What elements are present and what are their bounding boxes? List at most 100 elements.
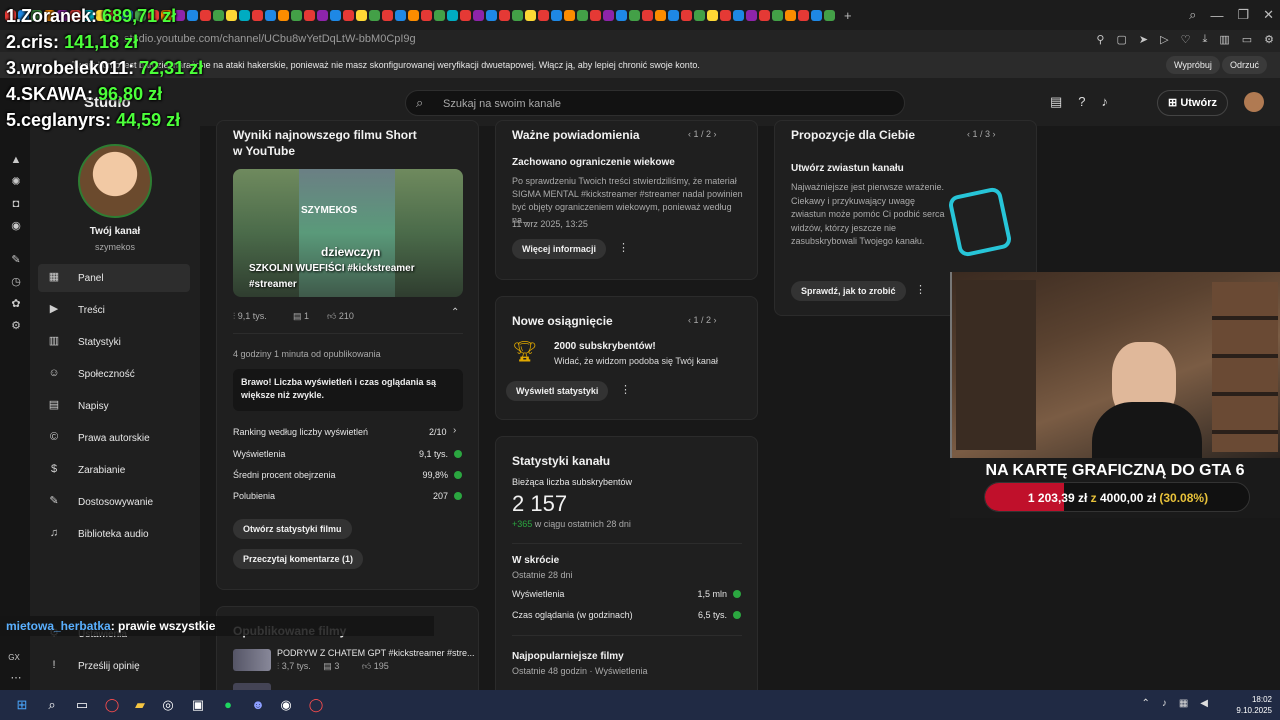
browser-tab-favicon[interactable]	[824, 9, 835, 21]
browser-tab-favicon[interactable]	[395, 9, 406, 21]
sidebar-item-0[interactable]: ▦ Panel	[38, 264, 190, 292]
account-avatar[interactable]	[1244, 92, 1264, 112]
browser-tab-favicon[interactable]	[382, 9, 393, 21]
dismiss-warning-button[interactable]: Odrzuć	[1222, 56, 1268, 74]
browser-tab-favicon[interactable]	[304, 9, 315, 21]
browser-tab-favicon[interactable]	[642, 9, 653, 21]
browser-tab-favicon[interactable]	[564, 9, 575, 21]
wallet-icon[interactable]: ▭	[1242, 33, 1252, 46]
browser-tab-favicon[interactable]	[460, 9, 471, 21]
url-text[interactable]: studio.youtube.com/channel/UCbu8wYetDqLt…	[124, 33, 416, 45]
browser-tab-favicon[interactable]	[252, 9, 263, 21]
browser-tab-favicon[interactable]	[265, 9, 276, 21]
chevron-right-icon[interactable]: ›	[453, 425, 456, 436]
pin-icon[interactable]: ⚲	[1096, 33, 1104, 46]
browser-tab-favicon[interactable]	[616, 9, 627, 21]
browser-tab-favicon[interactable]	[356, 9, 367, 21]
check-how-button[interactable]: Sprawdź, jak to zrobić	[791, 281, 906, 301]
sidebar-item-feedback[interactable]: ! Prześlij opinię	[38, 652, 190, 680]
task-view-icon[interactable]: ▭	[74, 697, 90, 713]
try-2fa-button[interactable]: Wypróbuj	[1166, 56, 1220, 74]
close-icon[interactable]: ✕	[1263, 7, 1274, 23]
browser-tab-favicon[interactable]	[187, 9, 198, 21]
browser-tab-favicon[interactable]	[421, 9, 432, 21]
minimize-icon[interactable]: —	[1210, 8, 1223, 23]
browser-tab-favicon[interactable]	[291, 9, 302, 21]
create-button[interactable]: ⊞ Utwórz	[1157, 90, 1228, 116]
chevron-up-icon[interactable]: ⌃	[1141, 698, 1149, 709]
browser-tab-favicon[interactable]	[603, 9, 614, 21]
messenger-icon[interactable]: ◉	[10, 220, 22, 232]
clock-icon[interactable]: ◷	[10, 276, 22, 288]
browser-tab-favicon[interactable]	[512, 9, 523, 21]
maximize-icon[interactable]: ❐	[1237, 7, 1249, 23]
settings-icon[interactable]: ⚙	[1264, 33, 1274, 46]
brush-icon[interactable]: ✎	[10, 254, 22, 266]
browser-tab-favicon[interactable]	[577, 9, 588, 21]
browser-tab-favicon[interactable]	[473, 9, 484, 21]
network-icon[interactable]: ▦	[1179, 698, 1188, 709]
windows-start-icon[interactable]: ⊞	[14, 697, 30, 713]
browser-tab-favicon[interactable]	[733, 9, 744, 21]
sidebar-icon[interactable]: ▥	[1219, 33, 1229, 46]
play-icon[interactable]: ▷	[1160, 33, 1168, 46]
chevron-right-icon[interactable]: ›	[711, 315, 717, 325]
browser-tab-favicon[interactable]	[629, 9, 640, 21]
more-icon[interactable]: ⋯	[10, 672, 22, 684]
search-icon[interactable]: ⌕	[44, 697, 60, 713]
more-vert-icon[interactable]: ⋮	[620, 383, 631, 396]
download-icon[interactable]: ⤓	[1202, 33, 1207, 46]
open-video-stats-button[interactable]: Otwórz statystyki filmu	[233, 519, 352, 539]
microphone-icon[interactable]: ♪	[1162, 698, 1167, 709]
opera-icon[interactable]: ◯	[308, 697, 324, 713]
short-thumbnail[interactable]: SZYMEKOS dziewczyn SZKOLNI WUEFIŚCI #kic…	[233, 169, 463, 297]
system-clock[interactable]: 18:02 9.10.2025	[1236, 694, 1272, 716]
browser-tab-favicon[interactable]	[811, 9, 822, 21]
browser-tab-favicon[interactable]	[447, 9, 458, 21]
new-tab-icon[interactable]: +	[844, 8, 852, 23]
sidebar-item-6[interactable]: $ Zarabianie	[38, 456, 190, 484]
video-thumbnail[interactable]	[233, 649, 271, 671]
search-input[interactable]: Szukaj na swoim kanale	[443, 98, 561, 110]
more-vert-icon[interactable]: ⋮	[915, 283, 926, 296]
browser-tab-favicon[interactable]	[343, 9, 354, 21]
browser-tab-favicon[interactable]	[707, 9, 718, 21]
browser-tab-favicon[interactable]	[746, 9, 757, 21]
twitch-icon[interactable]: ◘	[10, 198, 22, 210]
send-icon[interactable]: ➤	[1139, 33, 1148, 46]
browser-tab-favicon[interactable]	[785, 9, 796, 21]
discord-icon[interactable]: ☻	[250, 697, 266, 713]
address-bar[interactable]: studio.youtube.com/channel/UCbu8wYetDqLt…	[0, 30, 1280, 52]
steam-app-icon[interactable]: ◉	[278, 697, 294, 713]
steam-icon[interactable]: ◎	[160, 697, 176, 713]
opera-gx-icon[interactable]: ◯	[104, 697, 120, 713]
browser-tab-favicon[interactable]	[434, 9, 445, 21]
sidebar-item-5[interactable]: © Prawa autorskie	[38, 424, 190, 452]
cogs-icon[interactable]: ⚙	[10, 320, 22, 332]
gx-icon[interactable]: GX	[8, 652, 20, 664]
browser-tab-favicon[interactable]	[408, 9, 419, 21]
channel-search[interactable]: ⌕ Szukaj na swoim kanale	[405, 90, 905, 116]
sidebar-item-2[interactable]: ▥ Statystyki	[38, 328, 190, 356]
browser-tab-favicon[interactable]	[369, 9, 380, 21]
browser-tab-favicon[interactable]	[681, 9, 692, 21]
feedback-icon[interactable]: ▤	[1050, 94, 1062, 110]
help-icon[interactable]: ?	[1078, 94, 1085, 110]
screenshot-icon[interactable]: ▢	[1116, 33, 1126, 46]
extension-a-icon[interactable]: ▲	[10, 154, 22, 166]
chevron-right-icon[interactable]: ›	[711, 129, 717, 139]
browser-tab-favicon[interactable]	[278, 9, 289, 21]
sidebar-item-4[interactable]: ▤ Napisy	[38, 392, 190, 420]
browser-tab-favicon[interactable]	[538, 9, 549, 21]
read-comments-button[interactable]: Przeczytaj komentarze (1)	[233, 549, 364, 569]
video-title[interactable]: PODRYW Z CHATEM GPT #kickstreamer #stre.…	[277, 648, 475, 658]
chevron-right-icon[interactable]: ›	[990, 129, 996, 139]
heart-icon[interactable]: ♡	[1181, 33, 1191, 46]
browser-tab-favicon[interactable]	[759, 9, 770, 21]
browser-tab-favicon[interactable]	[694, 9, 705, 21]
browser-tab-favicon[interactable]	[720, 9, 731, 21]
browser-tab-favicon[interactable]	[551, 9, 562, 21]
search-tabs-icon[interactable]: ⌕	[1189, 7, 1196, 23]
view-stats-button[interactable]: Wyświetl statystyki	[506, 381, 609, 401]
browser-tab-favicon[interactable]	[239, 9, 250, 21]
